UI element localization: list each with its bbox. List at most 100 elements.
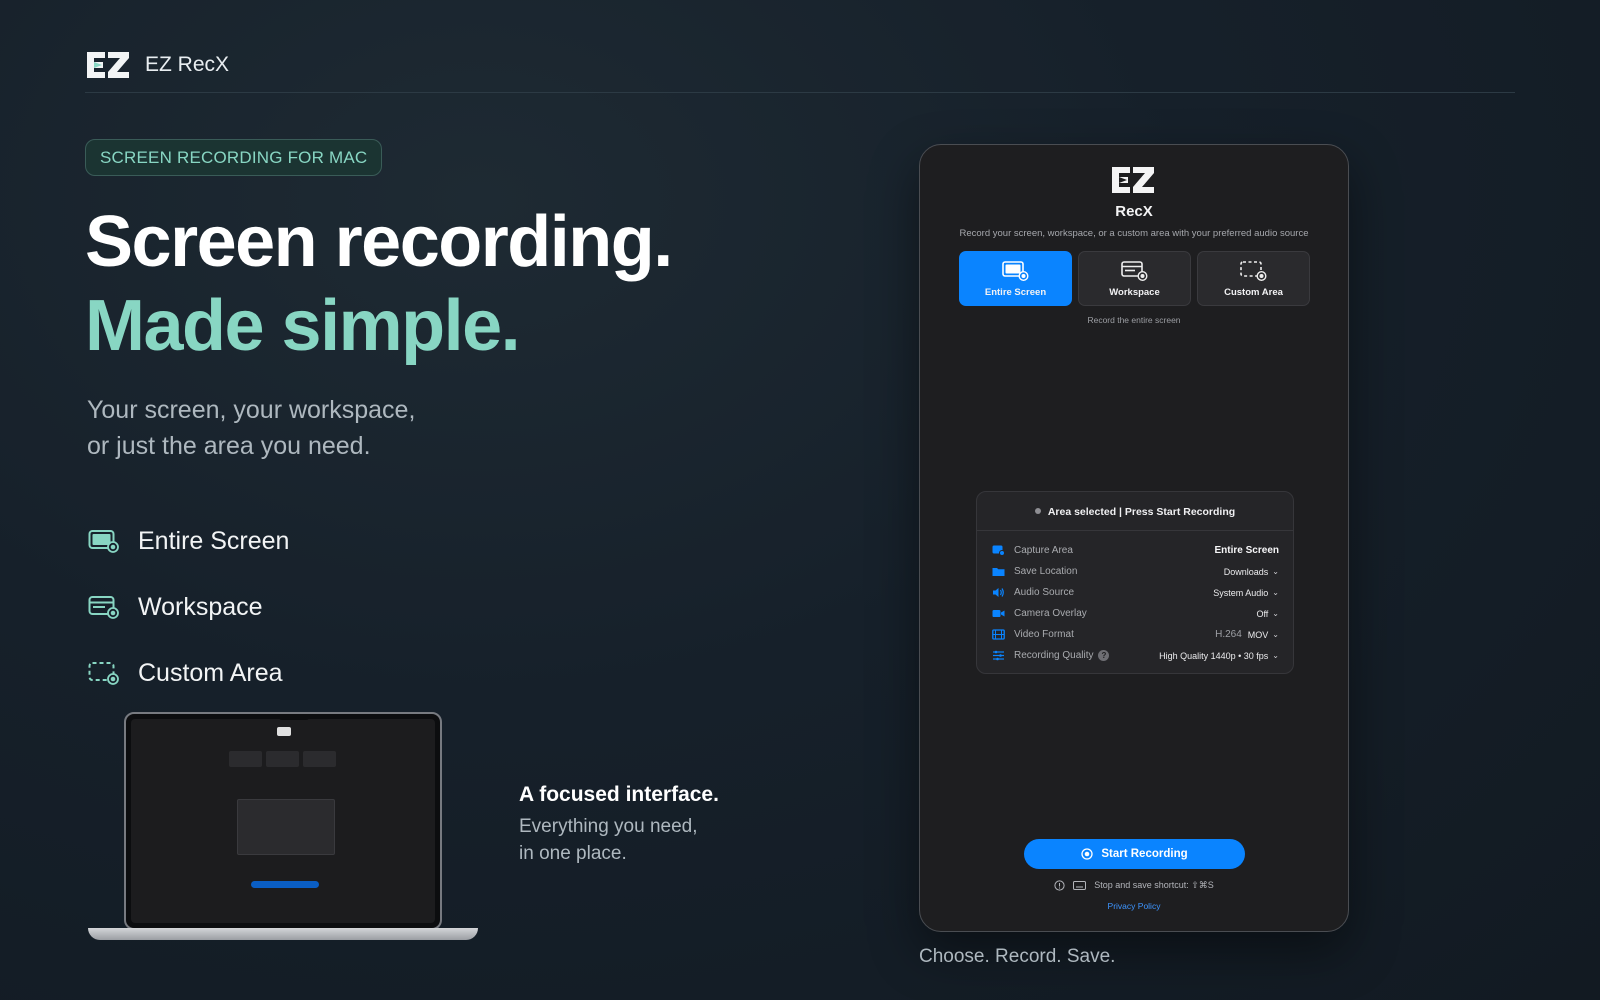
mode-entire-screen[interactable]: Entire Screen: [959, 251, 1072, 306]
setting-key-wrap: Recording Quality?: [1014, 650, 1159, 661]
start-recording-button[interactable]: Start Recording: [1024, 839, 1245, 869]
category-pill: SCREEN RECORDING FOR MAC: [85, 139, 383, 176]
preview-logo: [277, 727, 291, 736]
focus-section: A focused interface. Everything you need…: [519, 783, 739, 867]
laptop-base: [88, 928, 478, 940]
focus-title: A focused interface.: [519, 783, 719, 806]
subtitle-line-1: Your screen, your workspace,: [87, 396, 416, 424]
headline-main: Screen recording.: [85, 202, 673, 282]
setting-capture-area: Capture Area Entire Screen: [992, 540, 1279, 561]
setting-value: Entire Screen: [1214, 545, 1279, 556]
workspace-icon: [1120, 260, 1148, 281]
hero-subtitle: Your screen, your workspace, or just the…: [87, 392, 507, 464]
setting-audio-source[interactable]: Audio Source System Audio ⌄: [992, 582, 1279, 603]
settings-list: Capture Area Entire Screen Save Location…: [992, 540, 1279, 666]
brand-logo[interactable]: EZ RecX: [85, 50, 229, 80]
workspace-icon: [88, 596, 119, 619]
save-location-dropdown[interactable]: Downloads ⌄: [1224, 567, 1279, 577]
chevron-down-icon: ⌄: [1272, 588, 1279, 597]
mode-custom-area[interactable]: Custom Area: [1197, 251, 1310, 306]
feature-entire-screen: Entire Screen: [88, 508, 289, 574]
status-label: Area selected | Press Start Recording: [1047, 506, 1236, 518]
mode-label: Workspace: [1109, 286, 1160, 298]
card-divider: [977, 530, 1293, 531]
feature-list: Entire Screen Workspace Custom Area: [88, 508, 289, 706]
setting-value: MOV: [1247, 629, 1269, 640]
feature-label: Entire Screen: [138, 526, 290, 555]
setting-camera-overlay[interactable]: Camera Overlay Off ⌄: [992, 603, 1279, 624]
chevron-down-icon: ⌄: [1272, 609, 1279, 618]
codec-label: H.264: [1215, 629, 1242, 640]
shortcut-hint: Stop and save shortcut: ⇧⌘S: [920, 880, 1348, 891]
preview-card: [237, 799, 335, 855]
keyboard-icon: [1073, 881, 1087, 890]
preview-mode-3: [303, 751, 336, 767]
entire-screen-icon: [1001, 260, 1029, 281]
camera-icon: [992, 608, 1005, 619]
preview-mode-1: [229, 751, 262, 767]
focus-line-2: in one place.: [519, 843, 627, 864]
sliders-icon: [992, 650, 1005, 661]
mode-label: Custom Area: [1224, 286, 1283, 298]
chevron-down-icon: ⌄: [1272, 630, 1279, 639]
record-icon: [1081, 848, 1094, 860]
focus-description: Everything you need, in one place.: [519, 813, 739, 867]
entire-screen-icon: [88, 530, 119, 553]
preview-mode-2: [266, 751, 299, 767]
laptop-notch: [278, 714, 310, 720]
mode-workspace[interactable]: Workspace: [1078, 251, 1191, 306]
help-icon[interactable]: ?: [1098, 650, 1110, 661]
subtitle-line-2: or just the area you need.: [87, 432, 371, 460]
status-text: Area selected | Press Start Recording: [977, 506, 1293, 518]
custom-area-icon: [1239, 260, 1267, 281]
hero-headline: Screen recording. Made simple.: [85, 200, 673, 368]
app-logo-icon: [1112, 167, 1154, 193]
feature-label: Custom Area: [138, 658, 283, 687]
shortcut-text: Stop and save shortcut: ⇧⌘S: [1094, 880, 1214, 890]
privacy-policy-link[interactable]: Privacy Policy: [920, 901, 1348, 911]
recording-quality-dropdown[interactable]: High Quality 1440p • 30 fps ⌄: [1159, 651, 1279, 661]
setting-key: Save Location: [1014, 566, 1078, 577]
laptop-app-preview: [131, 719, 435, 923]
start-recording-label: Start Recording: [1101, 848, 1188, 860]
feature-label: Workspace: [138, 592, 263, 621]
app-caption: Choose. Record. Save.: [919, 946, 1116, 967]
app-name: RecX: [1115, 203, 1153, 220]
audio-source-dropdown[interactable]: System Audio ⌄: [1213, 588, 1279, 598]
setting-video-format[interactable]: Video Format H.264 MOV ⌄: [992, 624, 1279, 645]
camera-overlay-dropdown[interactable]: Off ⌄: [1256, 609, 1279, 619]
setting-key: Capture Area: [1014, 545, 1073, 556]
setting-key: Camera Overlay: [1014, 608, 1087, 619]
preview-start-button: [251, 881, 319, 888]
laptop-screen: [124, 712, 442, 930]
setting-value: System Audio: [1213, 587, 1269, 598]
laptop-mockup: [88, 712, 478, 947]
setting-value: Off: [1256, 608, 1269, 619]
setting-save-location[interactable]: Save Location Downloads ⌄: [992, 561, 1279, 582]
feature-workspace: Workspace: [88, 574, 289, 640]
focus-line-1: Everything you need,: [519, 816, 698, 837]
mode-selector: Entire Screen Workspace Custom Area: [959, 251, 1310, 306]
chevron-down-icon: ⌄: [1272, 567, 1279, 576]
headline-accent: Made simple.: [85, 286, 521, 366]
site-header: EZ RecX: [85, 50, 1515, 93]
setting-key: Video Format: [1014, 629, 1074, 640]
film-icon: [992, 629, 1005, 640]
ez-logo-icon: [87, 52, 129, 78]
capture-area-icon: [992, 545, 1005, 556]
brand-name: EZ RecX: [145, 53, 230, 76]
app-description: Record your screen, workspace, or a cust…: [959, 228, 1309, 239]
custom-area-icon: [88, 662, 119, 685]
settings-card: Area selected | Press Start Recording Ca…: [976, 491, 1294, 674]
status-dot-icon: [1034, 508, 1041, 515]
speaker-icon: [992, 587, 1005, 598]
setting-value: High Quality 1440p • 30 fps: [1159, 650, 1269, 661]
chevron-down-icon: ⌄: [1272, 651, 1279, 660]
setting-key: Audio Source: [1014, 587, 1075, 598]
info-icon: [1054, 880, 1065, 891]
setting-value: Downloads: [1223, 566, 1269, 577]
folder-icon: [992, 566, 1005, 577]
setting-recording-quality[interactable]: Recording Quality? High Quality 1440p • …: [992, 645, 1279, 666]
setting-key: Recording Quality: [1014, 650, 1094, 661]
video-format-dropdown[interactable]: MOV ⌄: [1248, 630, 1279, 640]
